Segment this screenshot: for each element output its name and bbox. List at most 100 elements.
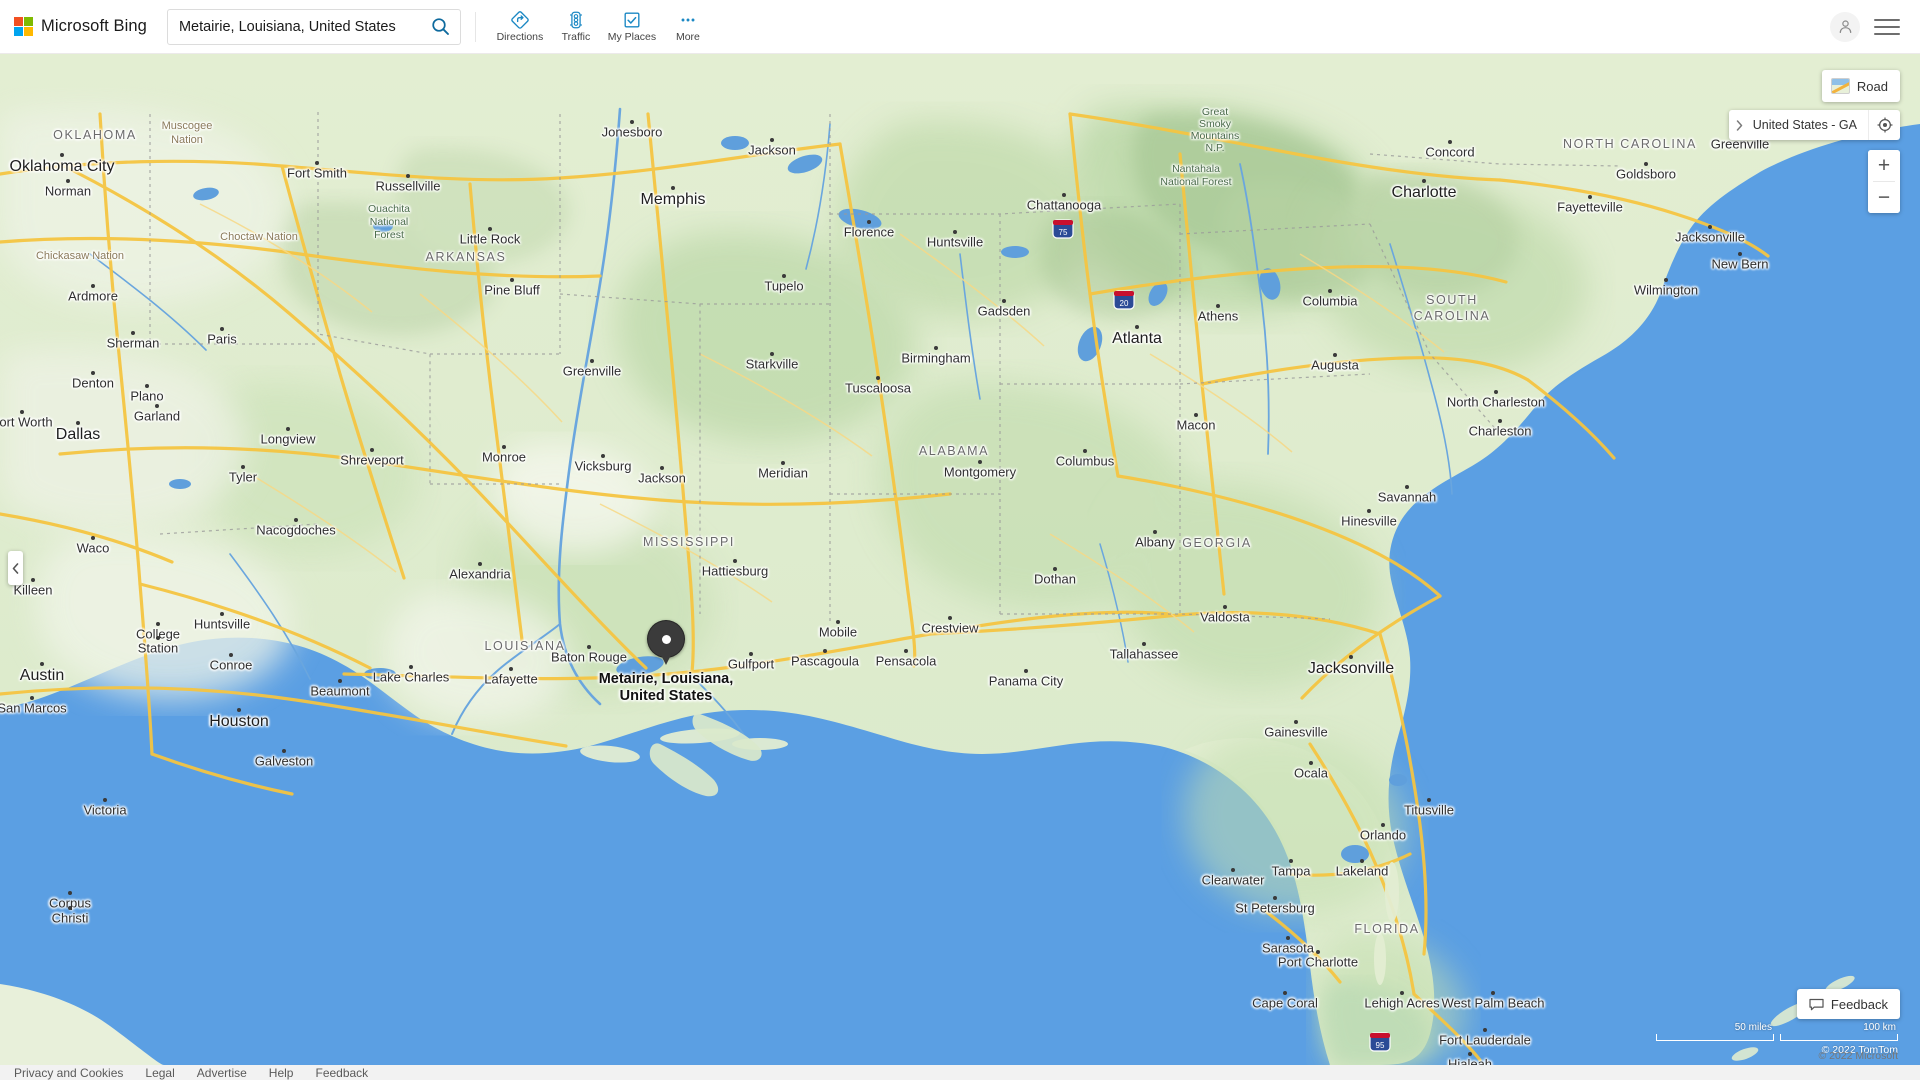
checkbox-places-icon	[622, 10, 642, 30]
map-city-dot	[1002, 299, 1006, 303]
map-city-dot	[156, 622, 160, 626]
map-city-dot	[220, 327, 224, 331]
map-style-button[interactable]: Road	[1821, 70, 1900, 102]
region-expand-button[interactable]	[1729, 110, 1751, 140]
map-city-dot	[953, 230, 957, 234]
map-city-dot	[770, 352, 774, 356]
map-city-dot	[1738, 252, 1742, 256]
bing-logo[interactable]: Microsoft Bing	[14, 11, 161, 43]
map-scale-bar: 50 miles 100 km	[1656, 1022, 1898, 1041]
footer-link-feedback[interactable]: Feedback	[315, 1066, 390, 1080]
map-city-dot	[934, 346, 938, 350]
map-feedback-label: Feedback	[1830, 996, 1888, 1012]
region-label[interactable]: United States - GA	[1751, 110, 1868, 140]
search-box[interactable]	[166, 8, 461, 45]
map-city-dot	[1328, 289, 1332, 293]
svg-text:95: 95	[1376, 1041, 1385, 1050]
map-city-dot	[1349, 655, 1353, 659]
map-city-dot	[315, 161, 319, 165]
map-city-dot	[1498, 419, 1502, 423]
map-city-dot	[229, 653, 233, 657]
map-city-dot	[40, 662, 44, 666]
microsoft-logo-icon	[14, 17, 33, 36]
map-city-dot	[1309, 761, 1313, 765]
zoom-out-button[interactable]: −	[1868, 182, 1900, 213]
traffic-button[interactable]: Traffic	[548, 4, 604, 50]
map-city-dot	[60, 153, 64, 157]
map-city-dot	[409, 665, 413, 669]
region-selector: United States - GA	[1728, 110, 1900, 140]
top-header-bar: Microsoft Bing D	[0, 0, 1920, 54]
map-city-dot	[68, 891, 72, 895]
svg-text:20: 20	[1120, 299, 1129, 308]
map-city-dot	[1142, 642, 1146, 646]
map-city-dot	[1664, 278, 1668, 282]
map-city-dot	[510, 278, 514, 282]
map-city-dot	[1135, 325, 1139, 329]
map-city-dot	[1483, 1028, 1487, 1032]
map-city-dot	[91, 536, 95, 540]
footer-link-legal[interactable]: Legal	[145, 1066, 196, 1080]
footer-link-privacy-and-cookies[interactable]: Privacy and Cookies	[14, 1066, 145, 1080]
hamburger-menu-icon	[1874, 18, 1900, 21]
map-viewport[interactable]: 75 20 95 OKLAHOMA ARKANSAS MISSISSIPPI L…	[0, 54, 1920, 1065]
map-city-dot	[286, 427, 290, 431]
map-city-dot	[1588, 195, 1592, 199]
scale-miles-label: 50 miles	[1734, 1022, 1772, 1033]
zoom-in-button[interactable]: +	[1868, 150, 1900, 181]
map-city-dot	[502, 445, 506, 449]
map-city-dot	[66, 179, 70, 183]
account-button[interactable]	[1830, 11, 1860, 42]
more-button[interactable]: More	[660, 4, 716, 50]
map-city-dot	[1468, 1052, 1472, 1056]
map-city-dot	[294, 518, 298, 522]
map-city-dot	[478, 562, 482, 566]
directions-label: Directions	[496, 31, 544, 44]
search-input[interactable]	[167, 9, 460, 44]
side-panel-collapse-handle[interactable]	[8, 551, 23, 585]
map-city-dot	[1273, 896, 1277, 900]
map-feedback-button[interactable]: Feedback	[1796, 989, 1900, 1019]
search-button[interactable]	[428, 14, 454, 40]
map-city-dot	[1405, 485, 1409, 489]
map-city-dot	[241, 465, 245, 469]
map-city-dot	[91, 371, 95, 375]
map-city-dot	[867, 220, 871, 224]
map-city-dot	[823, 649, 827, 653]
footer-link-advertise[interactable]: Advertise	[197, 1066, 269, 1080]
map-city-dot	[1286, 936, 1290, 940]
map-city-dot	[509, 667, 513, 671]
map-city-dot	[1316, 950, 1320, 954]
map-city-dot	[68, 906, 72, 910]
footer-link-help[interactable]: Help	[269, 1066, 316, 1080]
map-city-dot	[1494, 390, 1498, 394]
map-city-dot	[1422, 179, 1426, 183]
map-city-dot	[76, 421, 80, 425]
map-city-dot	[406, 174, 410, 178]
map-city-dot	[671, 186, 675, 190]
map-city-dot	[91, 284, 95, 288]
map-city-dot	[31, 578, 35, 582]
directions-button[interactable]: Directions	[492, 4, 548, 50]
map-style-label: Road	[1856, 78, 1888, 94]
my-places-button[interactable]: My Places	[604, 4, 660, 50]
map-city-dot	[948, 616, 952, 620]
map-city-dot	[660, 466, 664, 470]
map-city-dot	[370, 448, 374, 452]
map-city-dot	[155, 404, 159, 408]
map-city-dot	[733, 559, 737, 563]
map-city-dot	[590, 359, 594, 363]
map-city-dot	[145, 384, 149, 388]
map-city-dot	[601, 454, 605, 458]
map-city-dot	[1367, 509, 1371, 513]
locate-me-button[interactable]	[1868, 110, 1900, 140]
speech-bubble-icon	[1809, 998, 1824, 1010]
map-city-dot	[1194, 413, 1198, 417]
traffic-label: Traffic	[561, 31, 591, 44]
map-city-dot	[1333, 353, 1337, 357]
map-canvas: 75 20 95	[0, 54, 1920, 1065]
map-city-dot	[630, 120, 634, 124]
map-city-dot	[1491, 991, 1495, 995]
locate-target-icon	[1877, 117, 1892, 133]
menu-button[interactable]	[1874, 16, 1900, 38]
